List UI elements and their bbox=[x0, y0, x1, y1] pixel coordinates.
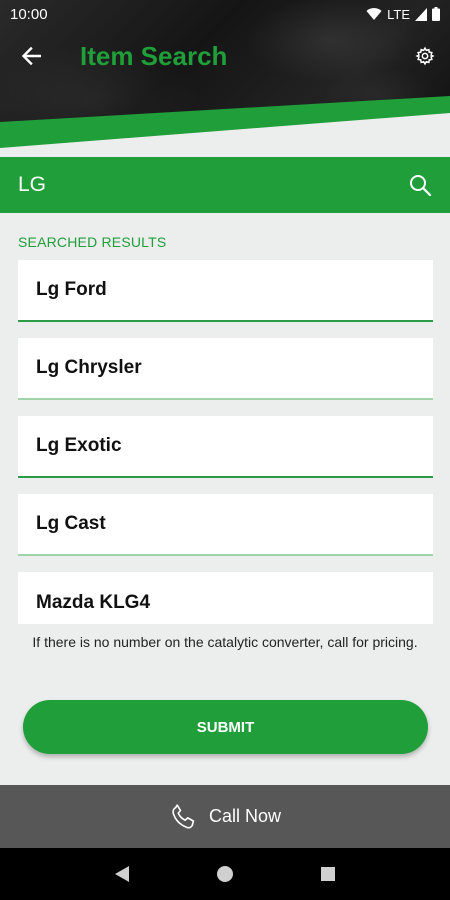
pricing-note: If there is no number on the catalytic c… bbox=[32, 634, 418, 650]
call-now-label: Call Now bbox=[208, 806, 282, 826]
signal-icon bbox=[415, 7, 427, 21]
nav-back-button[interactable] bbox=[102, 854, 142, 894]
phone-icon bbox=[172, 803, 195, 829]
nav-home-button[interactable] bbox=[205, 854, 245, 894]
arrow-back-icon bbox=[21, 46, 41, 66]
nav-recents-icon bbox=[321, 867, 336, 881]
results-label: SEARCHED RESULTS bbox=[18, 234, 167, 250]
settings-button[interactable] bbox=[400, 28, 450, 84]
result-item-lg-chrysler[interactable]: Lg Chrysler bbox=[18, 338, 433, 400]
nav-back-icon bbox=[114, 866, 129, 882]
wifi-icon bbox=[366, 8, 382, 20]
result-item-lg-exotic[interactable]: Lg Exotic bbox=[18, 416, 433, 478]
page-title: Item Search bbox=[80, 40, 228, 71]
search-button[interactable] bbox=[390, 157, 450, 213]
search-input[interactable]: LG bbox=[18, 173, 390, 197]
search-icon bbox=[410, 175, 432, 197]
nav-recents-button[interactable] bbox=[308, 854, 348, 894]
app-bar: Item Search bbox=[0, 28, 450, 84]
battery-icon bbox=[432, 7, 440, 21]
submit-button[interactable]: SUBMIT bbox=[23, 700, 428, 754]
network-type: LTE bbox=[387, 6, 410, 22]
result-item-lg-ford[interactable]: Lg Ford bbox=[18, 260, 433, 322]
nav-home-icon bbox=[216, 866, 233, 882]
result-item-mazda-klg4[interactable]: Mazda KLG4 bbox=[18, 572, 433, 624]
gear-icon bbox=[415, 46, 435, 66]
results-list: Lg Ford Lg Chrysler Lg Exotic Lg Cast Ma… bbox=[18, 260, 433, 624]
result-item-lg-cast[interactable]: Lg Cast bbox=[18, 494, 433, 556]
status-icons: LTE bbox=[366, 7, 440, 22]
system-nav-bar bbox=[0, 848, 450, 900]
call-now-button[interactable]: Call Now bbox=[0, 785, 450, 848]
back-button[interactable] bbox=[0, 28, 62, 84]
status-time: 10:00 bbox=[10, 5, 48, 23]
status-bar: 10:00 LTE bbox=[0, 0, 450, 28]
search-bar: LG bbox=[0, 157, 450, 213]
